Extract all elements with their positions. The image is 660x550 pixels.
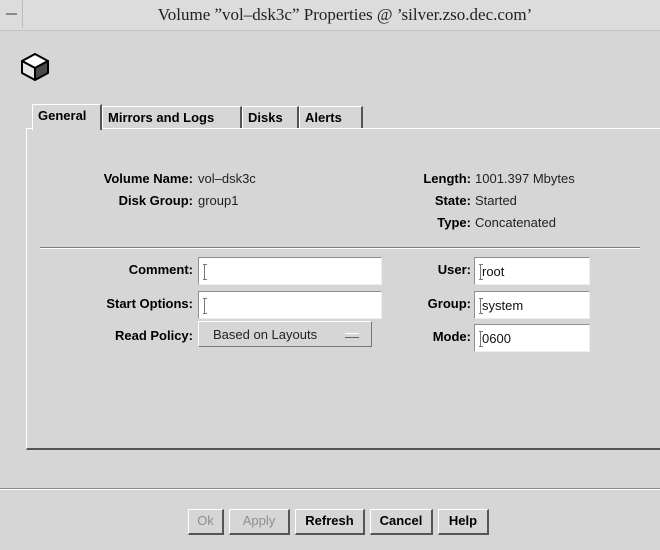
tab-mirrors-and-logs[interactable]: Mirrors and Logs bbox=[102, 106, 242, 128]
comment-field[interactable] bbox=[198, 257, 382, 285]
window-menu-button[interactable] bbox=[0, 0, 23, 28]
type-label: Type: bbox=[437, 215, 471, 230]
read-policy-menu[interactable]: Based on Layouts bbox=[198, 321, 372, 347]
type-value: Concatenated bbox=[475, 215, 556, 230]
start-options-input[interactable] bbox=[199, 292, 381, 318]
tab-disks[interactable]: Disks bbox=[242, 106, 299, 128]
section-divider bbox=[40, 247, 640, 249]
tab-alerts[interactable]: Alerts bbox=[299, 106, 363, 128]
ok-button[interactable]: Ok bbox=[188, 509, 224, 535]
cube-icon bbox=[21, 53, 49, 81]
text-cursor-icon bbox=[203, 298, 207, 314]
text-cursor-icon bbox=[479, 264, 483, 280]
volume-name-value: vol–dsk3c bbox=[198, 171, 256, 186]
tab-general[interactable]: General bbox=[32, 104, 102, 130]
help-button[interactable]: Help bbox=[438, 509, 489, 535]
refresh-button[interactable]: Refresh bbox=[295, 509, 365, 535]
length-value: 1001.397 Mbytes bbox=[475, 171, 575, 186]
apply-button[interactable]: Apply bbox=[229, 509, 290, 535]
user-label: User: bbox=[437, 262, 471, 277]
comment-input[interactable] bbox=[199, 258, 381, 284]
window-menu-icon bbox=[5, 13, 17, 15]
disk-group-label: Disk Group: bbox=[118, 193, 193, 208]
mode-label: Mode: bbox=[432, 329, 471, 344]
state-label: State: bbox=[434, 193, 471, 208]
volume-name-label: Volume Name: bbox=[103, 171, 193, 186]
group-label: Group: bbox=[427, 296, 471, 311]
window-title: Volume ˮvol–dsk3cˮ Properties @ ’silver.… bbox=[157, 5, 533, 24]
mode-field[interactable] bbox=[474, 324, 590, 352]
text-cursor-icon bbox=[203, 264, 207, 280]
option-menu-indicator-icon bbox=[345, 333, 359, 338]
read-policy-label: Read Policy: bbox=[114, 328, 193, 343]
text-cursor-icon bbox=[479, 331, 483, 347]
start-options-field[interactable] bbox=[198, 291, 382, 319]
user-field[interactable] bbox=[474, 257, 590, 285]
mode-input[interactable] bbox=[475, 325, 589, 351]
start-options-label: Start Options: bbox=[106, 296, 193, 311]
state-value: Started bbox=[475, 193, 517, 208]
cancel-button[interactable]: Cancel bbox=[370, 509, 433, 535]
read-policy-value: Based on Layouts bbox=[213, 327, 318, 342]
text-cursor-icon bbox=[479, 298, 483, 314]
disk-group-value: group1 bbox=[198, 193, 239, 208]
group-field[interactable] bbox=[474, 291, 590, 319]
user-input[interactable] bbox=[475, 258, 589, 284]
comment-label: Comment: bbox=[128, 262, 193, 277]
title-bar: Volume ˮvol–dsk3cˮ Properties @ ’silver.… bbox=[0, 0, 660, 31]
button-bar-divider bbox=[0, 488, 660, 490]
length-label: Length: bbox=[423, 171, 471, 186]
group-input[interactable] bbox=[475, 292, 589, 318]
